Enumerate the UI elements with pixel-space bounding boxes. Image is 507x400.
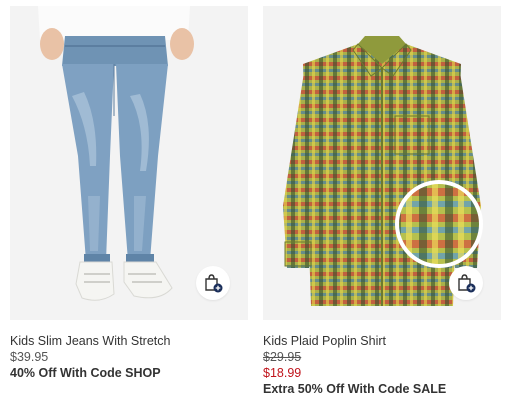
shopping-bag-add-icon (458, 274, 476, 293)
product-name[interactable]: Kids Plaid Poplin Shirt (263, 333, 501, 349)
product-card-plaid-shirt[interactable]: Kids Plaid Poplin Shirt $29.95 $18.99 Ex… (263, 6, 501, 398)
product-card-jeans[interactable]: Kids Slim Jeans With Stretch $39.95 40% … (10, 6, 248, 382)
add-to-bag-button[interactable] (449, 266, 483, 300)
product-price: $39.95 (10, 350, 49, 364)
shopping-bag-add-icon (205, 274, 223, 293)
sale-price: $18.99 (263, 366, 302, 380)
promo-text: Extra 50% Off With Code SALE (263, 382, 447, 396)
add-to-bag-button[interactable] (196, 266, 230, 300)
promo-text: 40% Off With Code SHOP (10, 366, 161, 380)
product-image-plaid-shirt[interactable] (263, 6, 501, 320)
product-name[interactable]: Kids Slim Jeans With Stretch (10, 333, 248, 349)
original-price: $29.95 (263, 350, 302, 364)
product-image-jeans[interactable] (10, 6, 248, 320)
